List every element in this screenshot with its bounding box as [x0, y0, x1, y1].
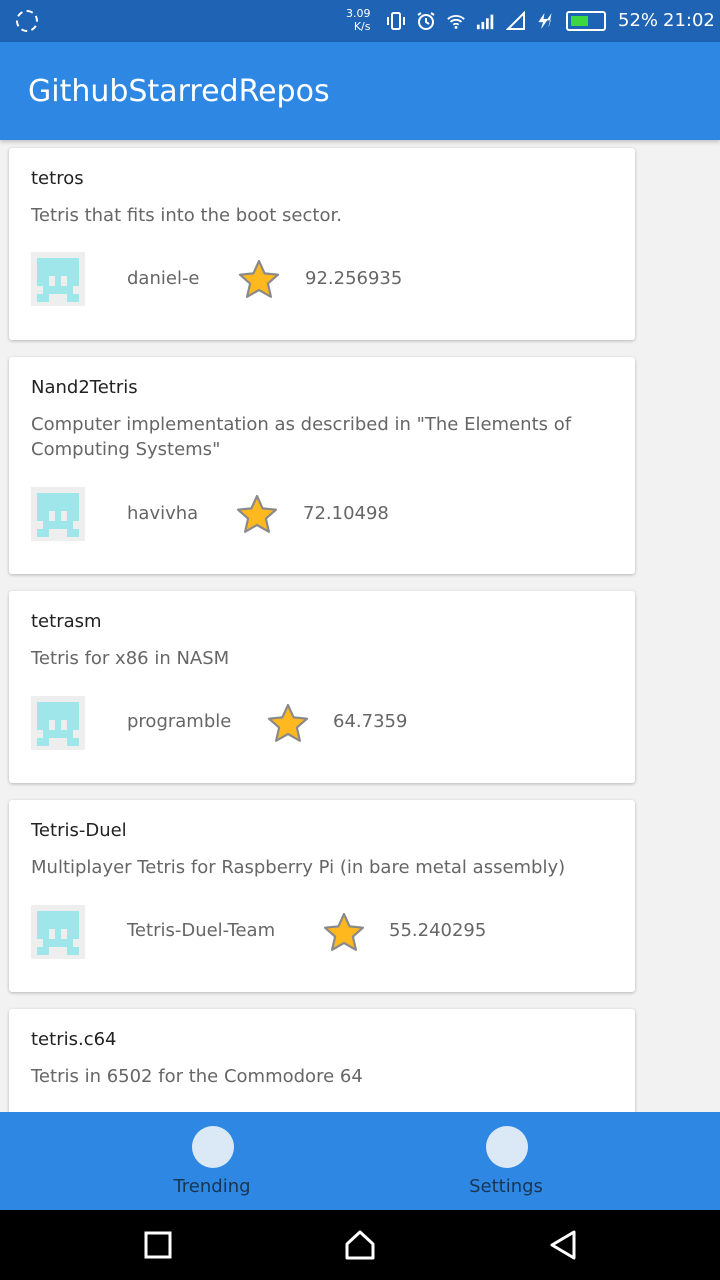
clock: 21:02	[663, 10, 715, 31]
repo-name: tetrasm	[31, 611, 102, 632]
repo-name: Nand2Tetris	[31, 377, 138, 398]
battery-level	[571, 16, 588, 26]
owner-avatar	[31, 696, 85, 750]
nav-item-settings[interactable]: Settings	[406, 1112, 606, 1210]
star-icon	[237, 258, 281, 302]
repo-card[interactable]: Nand2Tetris Computer implementation as d…	[9, 357, 635, 574]
repo-description: Multiplayer Tetris for Raspberry Pi (in …	[31, 857, 566, 878]
star-icon	[322, 911, 366, 955]
star-count: 92.256935	[305, 268, 403, 289]
star-icon	[266, 702, 310, 746]
speed-value: 3.09	[346, 7, 371, 20]
system-nav-bar	[0, 1210, 720, 1280]
home-button[interactable]	[343, 1228, 377, 1262]
repo-description: Tetris that fits into the boot sector.	[31, 205, 342, 226]
repo-list[interactable]: tetros Tetris that fits into the boot se…	[0, 140, 720, 1112]
speed-unit: K/s	[353, 20, 371, 33]
battery-percent: 52%	[618, 10, 659, 31]
repo-name: tetros	[31, 168, 84, 189]
repo-name: Tetris-Duel	[31, 820, 127, 841]
owner-avatar	[31, 905, 85, 959]
repo-card[interactable]: tetros Tetris that fits into the boot se…	[9, 148, 635, 340]
star-count: 55.240295	[389, 920, 487, 941]
status-icons	[386, 10, 606, 32]
owner-avatar	[31, 487, 85, 541]
alarm-icon	[416, 11, 436, 31]
vibrate-icon	[386, 11, 406, 31]
app-bar: GithubStarredRepos	[0, 42, 720, 140]
repo-description: Tetris in 6502 for the Commodore 64	[31, 1066, 363, 1087]
repo-owner: havivha	[127, 503, 199, 524]
back-button[interactable]	[546, 1228, 580, 1262]
repo-owner: programble	[127, 711, 232, 732]
star-count: 64.7359	[333, 711, 408, 732]
repo-card[interactable]: tetris.c64 Tetris in 6502 for the Commod…	[9, 1009, 635, 1112]
nav-item-trending[interactable]: Trending	[112, 1112, 312, 1210]
star-icon	[235, 493, 279, 537]
bottom-nav: Trending Settings	[0, 1112, 720, 1210]
nav-label-settings: Settings	[469, 1176, 543, 1197]
repo-name: tetris.c64	[31, 1029, 117, 1050]
star-count: 72.10498	[303, 503, 389, 524]
signal-empty-icon	[506, 11, 526, 31]
repo-description: Tetris for x86 in NASM	[31, 648, 230, 669]
wifi-icon	[446, 11, 466, 31]
sync-icon	[16, 10, 38, 32]
repo-card[interactable]: tetrasm Tetris for x86 in NASM programbl…	[9, 591, 635, 783]
repo-description: Computer implementation as described in …	[31, 414, 572, 460]
repo-owner: daniel-e	[127, 268, 200, 289]
app-title: GithubStarredRepos	[28, 74, 330, 109]
owner-avatar	[31, 252, 85, 306]
recents-button[interactable]	[141, 1228, 175, 1262]
circle-icon	[486, 1126, 528, 1168]
circle-icon	[192, 1126, 234, 1168]
signal-icon	[476, 11, 496, 31]
repo-card[interactable]: Tetris-Duel Multiplayer Tetris for Raspb…	[9, 800, 635, 992]
status-bar: 3.09 K/s 52% 21:02	[0, 0, 720, 42]
nav-label-trending: Trending	[173, 1176, 251, 1197]
repo-owner: Tetris-Duel-Team	[127, 920, 276, 941]
network-speed: 3.09 K/s	[346, 7, 371, 33]
charging-icon	[536, 11, 556, 31]
battery-icon	[566, 11, 606, 31]
